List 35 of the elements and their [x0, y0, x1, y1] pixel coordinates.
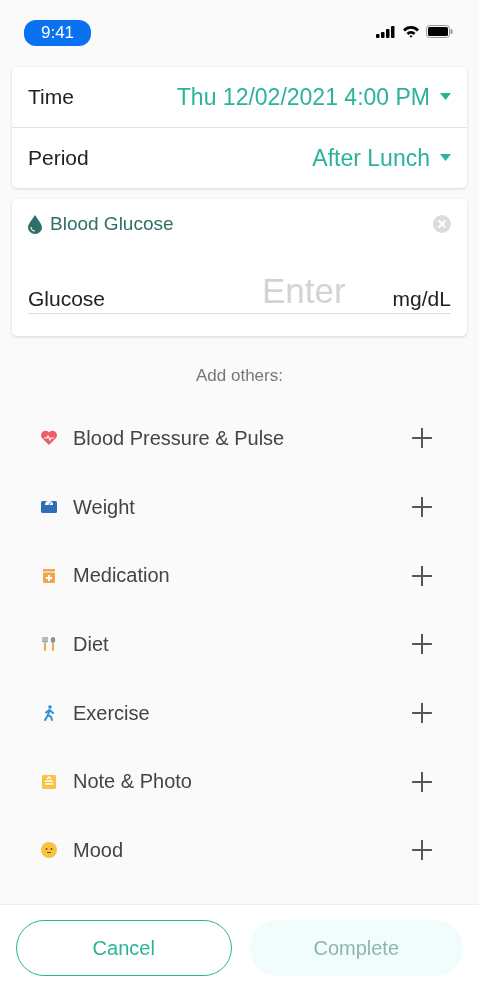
status-time: 9:41 [24, 20, 91, 46]
item-label: Mood [73, 838, 125, 862]
add-icon[interactable] [411, 702, 433, 725]
section-heading: Add others: [195, 366, 284, 386]
battery-icon [426, 25, 453, 38]
diet-icon [40, 635, 58, 654]
caret-icon [440, 93, 451, 101]
setting-label: Period [28, 146, 89, 170]
wifi-icon [402, 25, 420, 38]
drop-icon [28, 214, 42, 234]
note-icon [40, 772, 58, 791]
setting-label: Time [28, 85, 74, 109]
signal-icon [376, 25, 396, 38]
item-label: Blood Pressure & Pulse [73, 426, 286, 450]
add-icon[interactable] [411, 839, 433, 862]
setting-dropdown[interactable]: After Lunch [312, 144, 451, 172]
add-icon[interactable] [411, 496, 433, 519]
item-label: Diet [73, 632, 110, 656]
add-icon[interactable] [411, 633, 433, 656]
field-label: Glucose [28, 287, 106, 311]
item-label: Exercise [73, 701, 151, 725]
item-label: Weight [73, 495, 136, 519]
add-icon[interactable] [411, 564, 433, 587]
setting-dropdown[interactable]: Thu 12/02/2021 4:00 PM [176, 83, 451, 111]
add-icon[interactable] [411, 770, 433, 793]
heart-icon [40, 429, 58, 448]
unit-label: mg/dL [392, 287, 451, 311]
card-title: Blood Glucose [50, 213, 174, 235]
pill-icon [40, 566, 58, 585]
item-label: Medication [73, 564, 171, 588]
mood-icon [40, 841, 58, 860]
add-icon[interactable] [411, 427, 433, 450]
item-label: Note & Photo [73, 770, 193, 794]
cancel-button[interactable]: Cancel [16, 920, 232, 976]
caret-icon [440, 154, 451, 162]
